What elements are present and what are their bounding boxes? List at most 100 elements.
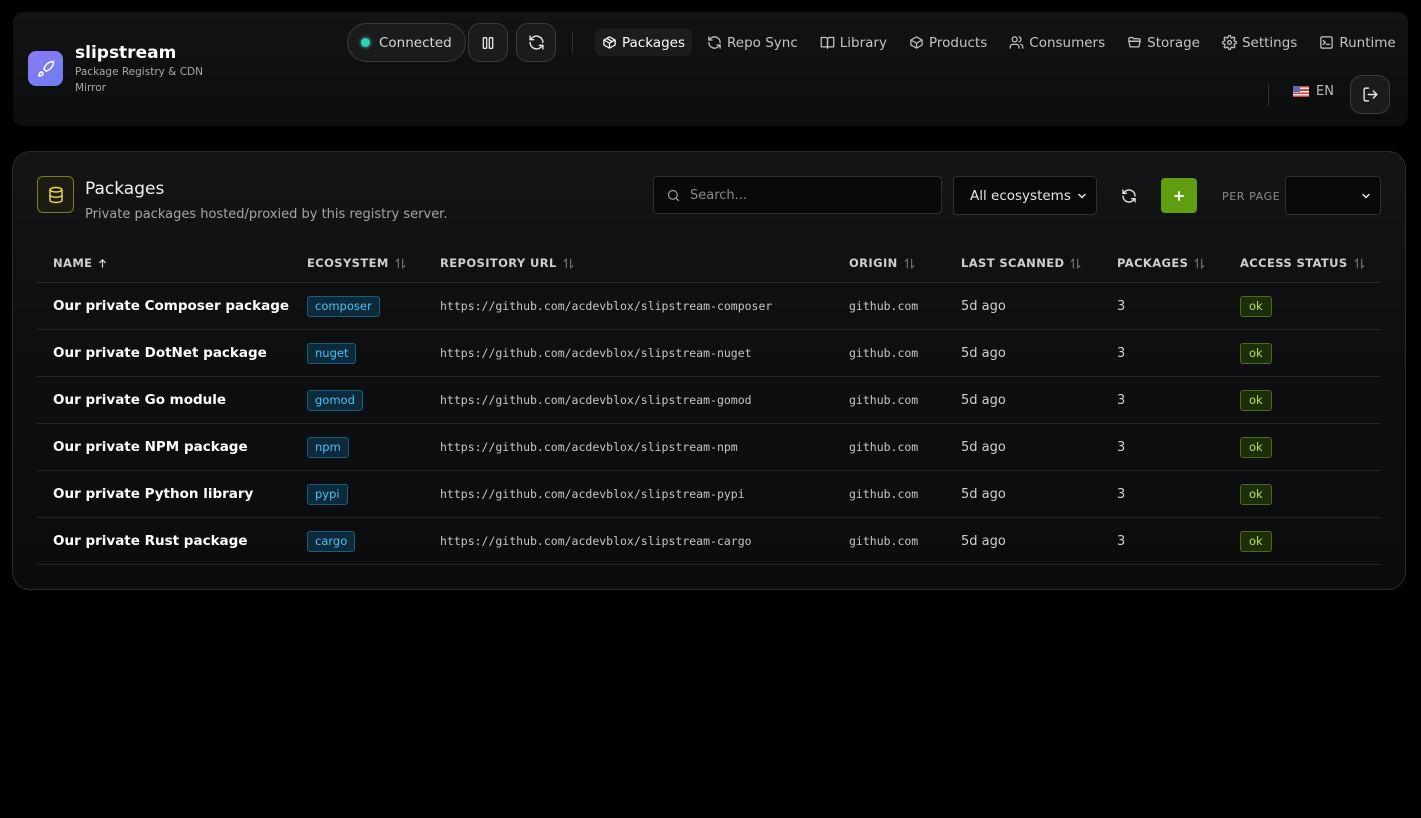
sort-icon (1354, 257, 1364, 269)
chevron-down-icon (1362, 193, 1370, 199)
origin: github.com (849, 487, 919, 501)
search-box[interactable] (653, 176, 942, 214)
package-count: 3 (1117, 298, 1126, 314)
origin: github.com (849, 393, 919, 407)
book-icon (820, 36, 835, 49)
search-icon (667, 189, 680, 201)
page-subtitle: Private packages hosted/proxied by this … (85, 207, 448, 222)
package-name[interactable]: Our private Composer package (53, 283, 289, 329)
package-name[interactable]: Our private DotNet package (53, 330, 267, 376)
per-page-select[interactable] (1285, 176, 1381, 215)
refresh-list-button[interactable] (1112, 179, 1146, 213)
nav-item-library[interactable]: Library (813, 29, 894, 56)
reload-button[interactable] (516, 23, 556, 62)
last-scanned: 5d ago (961, 345, 1006, 361)
chevron-down-icon (1078, 193, 1086, 199)
package-name[interactable]: Our private Rust package (53, 518, 248, 564)
package-count: 3 (1117, 486, 1126, 502)
packages-panel: Packages Private packages hosted/proxied… (12, 151, 1406, 590)
package-icon (603, 36, 616, 49)
access-status-badge: ok (1240, 342, 1272, 364)
column-header-label: ECOSYSTEM (307, 256, 389, 270)
nav-item-consumers[interactable]: Consumers (1002, 29, 1112, 56)
ecosystem-badge: nuget (307, 342, 357, 364)
column-header-origin[interactable]: ORIGIN (849, 256, 916, 270)
app-header: slipstream Package Registry & CDN Mirror… (13, 12, 1408, 126)
nav-item-storage[interactable]: Storage (1120, 29, 1207, 56)
table-row[interactable]: Our private Composer package composer ht… (37, 283, 1381, 330)
column-header-label: PACKAGES (1117, 256, 1189, 270)
status-dot-icon (361, 38, 370, 47)
language-code: EN (1316, 84, 1334, 99)
sort-icon (904, 257, 915, 269)
ecosystem-filter-select[interactable]: All ecosystems (953, 176, 1097, 215)
column-header-access-status[interactable]: ACCESS STATUS (1240, 256, 1366, 270)
connection-status[interactable]: Connected (347, 23, 466, 62)
nav-item-products[interactable]: Products (902, 29, 994, 56)
terminal-icon (1320, 36, 1334, 49)
ecosystem-filter-value: All ecosystems (970, 187, 1071, 204)
package-name[interactable]: Our private Python library (53, 471, 253, 517)
access-status-badge: ok (1240, 483, 1272, 505)
package-name[interactable]: Our private NPM package (53, 424, 248, 470)
repository-url[interactable]: https://github.com/acdevblox/slipstream-… (440, 377, 752, 423)
sort-icon (563, 257, 574, 269)
nav-item-repo-sync[interactable]: Repo Sync (700, 29, 805, 56)
column-header-repository-url[interactable]: REPOSITORY URL (440, 256, 575, 270)
last-scanned: 5d ago (961, 392, 1006, 408)
table-row[interactable]: Our private DotNet package nuget https:/… (37, 330, 1381, 377)
package-count: 3 (1117, 392, 1126, 408)
origin: github.com (849, 346, 919, 360)
nav-item-label: Library (839, 34, 887, 51)
pause-icon (482, 36, 494, 49)
package-count: 3 (1117, 533, 1126, 549)
nav-item-label: Packages (622, 34, 685, 51)
nav-item-runtime[interactable]: Runtime (1312, 29, 1402, 56)
page-title: Packages (85, 179, 165, 199)
last-scanned: 5d ago (961, 439, 1006, 455)
column-header-label: NAME (53, 256, 93, 270)
access-status-badge: ok (1240, 436, 1272, 458)
repository-url[interactable]: https://github.com/acdevblox/slipstream-… (440, 283, 772, 329)
nav-item-label: Consumers (1029, 34, 1106, 51)
users-icon (1009, 36, 1024, 49)
column-header-packages[interactable]: PACKAGES (1117, 256, 1206, 270)
brand[interactable]: slipstream Package Registry & CDN Mirror (28, 42, 215, 96)
origin: github.com (849, 440, 919, 454)
box-icon (910, 36, 923, 49)
sort-icon (1071, 257, 1081, 269)
nav-item-label: Runtime (1339, 34, 1396, 51)
rocket-icon (28, 51, 63, 86)
plus-icon (1174, 190, 1184, 201)
column-header-label: ACCESS STATUS (1240, 256, 1348, 270)
column-header-last-scanned[interactable]: LAST SCANNED (961, 256, 1082, 270)
nav-item-label: Products (928, 34, 988, 51)
pause-button[interactable] (468, 23, 508, 62)
package-name[interactable]: Our private Go module (53, 377, 226, 423)
add-package-button[interactable] (1161, 178, 1197, 213)
sort-icon (395, 257, 406, 269)
table-row[interactable]: Our private Rust package cargo https://g… (37, 518, 1381, 565)
repository-url[interactable]: https://github.com/acdevblox/slipstream-… (440, 330, 752, 376)
nav-item-packages[interactable]: Packages (595, 29, 692, 56)
package-count: 3 (1117, 345, 1126, 361)
column-header-name[interactable]: NAME (53, 256, 108, 270)
repository-url[interactable]: https://github.com/acdevblox/slipstream-… (440, 424, 738, 470)
table-row[interactable]: Our private NPM package npm https://gith… (37, 424, 1381, 471)
language-selector[interactable]: EN (1293, 84, 1334, 99)
column-header-label: ORIGIN (849, 256, 898, 270)
table-row[interactable]: Our private Python library pypi https://… (37, 471, 1381, 518)
column-header-ecosystem[interactable]: ECOSYSTEM (307, 256, 407, 270)
access-status-badge: ok (1240, 295, 1272, 317)
ecosystem-badge: npm (307, 436, 349, 458)
access-status-badge: ok (1240, 530, 1272, 552)
gear-icon (1222, 35, 1237, 50)
ecosystem-badge: pypi (307, 483, 348, 505)
brand-subtitle: Package Registry & CDN Mirror (75, 66, 203, 94)
repository-url[interactable]: https://github.com/acdevblox/slipstream-… (440, 471, 745, 517)
search-input[interactable] (690, 187, 930, 203)
logout-button[interactable] (1350, 75, 1390, 114)
table-row[interactable]: Our private Go module gomod https://gith… (37, 377, 1381, 424)
repository-url[interactable]: https://github.com/acdevblox/slipstream-… (440, 518, 752, 564)
nav-item-settings[interactable]: Settings (1215, 29, 1304, 56)
